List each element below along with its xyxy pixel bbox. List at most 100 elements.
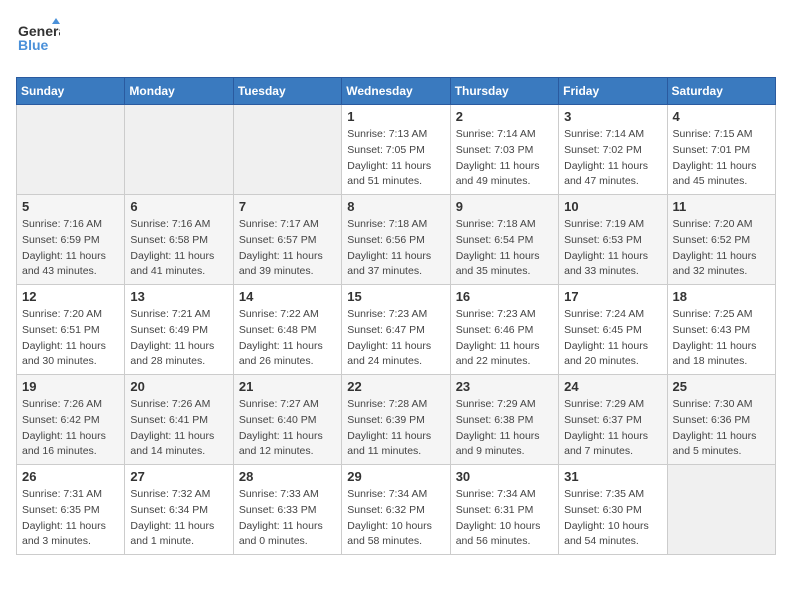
day-info: Sunrise: 7:21 AMSunset: 6:49 PMDaylight:…: [130, 307, 227, 370]
day-number: 8: [347, 199, 444, 214]
day-number: 22: [347, 379, 444, 394]
day-cell: [667, 465, 775, 555]
day-cell: 29Sunrise: 7:34 AMSunset: 6:32 PMDayligh…: [342, 465, 450, 555]
day-info: Sunrise: 7:25 AMSunset: 6:43 PMDaylight:…: [673, 307, 770, 370]
svg-text:Blue: Blue: [18, 37, 49, 53]
day-number: 3: [564, 109, 661, 124]
column-header-wednesday: Wednesday: [342, 78, 450, 105]
day-info: Sunrise: 7:34 AMSunset: 6:32 PMDaylight:…: [347, 487, 444, 550]
day-info: Sunrise: 7:13 AMSunset: 7:05 PMDaylight:…: [347, 127, 444, 190]
day-info: Sunrise: 7:15 AMSunset: 7:01 PMDaylight:…: [673, 127, 770, 190]
day-cell: 3 Sunrise: 7:14 AMSunset: 7:02 PMDaylight…: [559, 105, 667, 195]
day-cell: 10 Sunrise: 7:19 AMSunset: 6:53 PMDayligh…: [559, 195, 667, 285]
day-number: 10: [564, 199, 661, 214]
day-info: Sunrise: 7:23 AMSunset: 6:47 PMDaylight:…: [347, 307, 444, 370]
day-cell: 26 Sunrise: 7:31 AMSunset: 6:35 PMDayligh…: [17, 465, 125, 555]
day-cell: 2 Sunrise: 7:14 AMSunset: 7:03 PMDaylight…: [450, 105, 558, 195]
day-info: Sunrise: 7:16 AMSunset: 6:59 PMDaylight:…: [22, 217, 119, 280]
column-header-saturday: Saturday: [667, 78, 775, 105]
day-number: 25: [673, 379, 770, 394]
day-info: Sunrise: 7:27 AMSunset: 6:40 PMDaylight:…: [239, 397, 336, 460]
day-info: Sunrise: 7:23 AMSunset: 6:46 PMDaylight:…: [456, 307, 553, 370]
day-number: 5: [22, 199, 119, 214]
day-info: Sunrise: 7:29 AMSunset: 6:37 PMDaylight:…: [564, 397, 661, 460]
week-row-2: 5 Sunrise: 7:16 AMSunset: 6:59 PMDaylight…: [17, 195, 776, 285]
day-info: Sunrise: 7:16 AMSunset: 6:58 PMDaylight:…: [130, 217, 227, 280]
day-info: Sunrise: 7:31 AMSunset: 6:35 PMDaylight:…: [22, 487, 119, 550]
day-info: Sunrise: 7:26 AMSunset: 6:42 PMDaylight:…: [22, 397, 119, 460]
day-cell: 17 Sunrise: 7:24 AMSunset: 6:45 PMDayligh…: [559, 285, 667, 375]
day-cell: 22 Sunrise: 7:28 AMSunset: 6:39 PMDayligh…: [342, 375, 450, 465]
day-cell: 23 Sunrise: 7:29 AMSunset: 6:38 PMDayligh…: [450, 375, 558, 465]
day-cell: 28 Sunrise: 7:33 AMSunset: 6:33 PMDayligh…: [233, 465, 341, 555]
day-info: Sunrise: 7:17 AMSunset: 6:57 PMDaylight:…: [239, 217, 336, 280]
column-header-friday: Friday: [559, 78, 667, 105]
day-cell: 1Sunrise: 7:13 AMSunset: 7:05 PMDaylight…: [342, 105, 450, 195]
day-info: Sunrise: 7:28 AMSunset: 6:39 PMDaylight:…: [347, 397, 444, 460]
week-row-5: 26 Sunrise: 7:31 AMSunset: 6:35 PMDayligh…: [17, 465, 776, 555]
day-cell: [233, 105, 341, 195]
day-cell: 19 Sunrise: 7:26 AMSunset: 6:42 PMDayligh…: [17, 375, 125, 465]
day-cell: 21 Sunrise: 7:27 AMSunset: 6:40 PMDayligh…: [233, 375, 341, 465]
day-cell: 30Sunrise: 7:34 AMSunset: 6:31 PMDayligh…: [450, 465, 558, 555]
day-number: 12: [22, 289, 119, 304]
day-number: 21: [239, 379, 336, 394]
day-cell: 12Sunrise: 7:20 AMSunset: 6:51 PMDayligh…: [17, 285, 125, 375]
day-info: Sunrise: 7:14 AMSunset: 7:03 PMDaylight:…: [456, 127, 553, 190]
day-number: 26: [22, 469, 119, 484]
day-cell: 8 Sunrise: 7:18 AMSunset: 6:56 PMDaylight…: [342, 195, 450, 285]
day-cell: 4 Sunrise: 7:15 AMSunset: 7:01 PMDaylight…: [667, 105, 775, 195]
day-info: Sunrise: 7:18 AMSunset: 6:56 PMDaylight:…: [347, 217, 444, 280]
day-cell: 27 Sunrise: 7:32 AMSunset: 6:34 PMDayligh…: [125, 465, 233, 555]
day-number: 2: [456, 109, 553, 124]
day-number: 6: [130, 199, 227, 214]
day-cell: 20 Sunrise: 7:26 AMSunset: 6:41 PMDayligh…: [125, 375, 233, 465]
day-info: Sunrise: 7:34 AMSunset: 6:31 PMDaylight:…: [456, 487, 553, 550]
column-header-sunday: Sunday: [17, 78, 125, 105]
logo-icon: General Blue: [16, 16, 60, 60]
day-cell: 15 Sunrise: 7:23 AMSunset: 6:47 PMDayligh…: [342, 285, 450, 375]
day-info: Sunrise: 7:24 AMSunset: 6:45 PMDaylight:…: [564, 307, 661, 370]
day-info: Sunrise: 7:19 AMSunset: 6:53 PMDaylight:…: [564, 217, 661, 280]
day-number: 28: [239, 469, 336, 484]
day-number: 4: [673, 109, 770, 124]
day-cell: 7 Sunrise: 7:17 AMSunset: 6:57 PMDaylight…: [233, 195, 341, 285]
day-cell: [17, 105, 125, 195]
page-header: General Blue: [16, 16, 776, 65]
day-cell: 31Sunrise: 7:35 AMSunset: 6:30 PMDayligh…: [559, 465, 667, 555]
day-cell: 9Sunrise: 7:18 AMSunset: 6:54 PMDaylight…: [450, 195, 558, 285]
day-number: 24: [564, 379, 661, 394]
day-info: Sunrise: 7:30 AMSunset: 6:36 PMDaylight:…: [673, 397, 770, 460]
day-cell: 24 Sunrise: 7:29 AMSunset: 6:37 PMDayligh…: [559, 375, 667, 465]
day-number: 27: [130, 469, 227, 484]
day-number: 17: [564, 289, 661, 304]
day-number: 15: [347, 289, 444, 304]
day-number: 20: [130, 379, 227, 394]
day-info: Sunrise: 7:20 AMSunset: 6:52 PMDaylight:…: [673, 217, 770, 280]
day-number: 11: [673, 199, 770, 214]
day-cell: 13Sunrise: 7:21 AMSunset: 6:49 PMDayligh…: [125, 285, 233, 375]
day-number: 19: [22, 379, 119, 394]
day-cell: [125, 105, 233, 195]
week-row-1: 1Sunrise: 7:13 AMSunset: 7:05 PMDaylight…: [17, 105, 776, 195]
day-number: 7: [239, 199, 336, 214]
day-cell: 25 Sunrise: 7:30 AMSunset: 6:36 PMDayligh…: [667, 375, 775, 465]
day-info: Sunrise: 7:32 AMSunset: 6:34 PMDaylight:…: [130, 487, 227, 550]
day-info: Sunrise: 7:29 AMSunset: 6:38 PMDaylight:…: [456, 397, 553, 460]
day-number: 16: [456, 289, 553, 304]
week-row-4: 19 Sunrise: 7:26 AMSunset: 6:42 PMDayligh…: [17, 375, 776, 465]
logo-graphic: General Blue: [16, 16, 60, 65]
day-number: 14: [239, 289, 336, 304]
day-number: 23: [456, 379, 553, 394]
day-info: Sunrise: 7:22 AMSunset: 6:48 PMDaylight:…: [239, 307, 336, 370]
day-info: Sunrise: 7:33 AMSunset: 6:33 PMDaylight:…: [239, 487, 336, 550]
day-cell: 18 Sunrise: 7:25 AMSunset: 6:43 PMDayligh…: [667, 285, 775, 375]
day-number: 18: [673, 289, 770, 304]
day-cell: 6 Sunrise: 7:16 AMSunset: 6:58 PMDaylight…: [125, 195, 233, 285]
day-cell: 16 Sunrise: 7:23 AMSunset: 6:46 PMDayligh…: [450, 285, 558, 375]
day-info: Sunrise: 7:26 AMSunset: 6:41 PMDaylight:…: [130, 397, 227, 460]
day-info: Sunrise: 7:14 AMSunset: 7:02 PMDaylight:…: [564, 127, 661, 190]
calendar-header-row: SundayMondayTuesdayWednesdayThursdayFrid…: [17, 78, 776, 105]
column-header-monday: Monday: [125, 78, 233, 105]
day-info: Sunrise: 7:35 AMSunset: 6:30 PMDaylight:…: [564, 487, 661, 550]
